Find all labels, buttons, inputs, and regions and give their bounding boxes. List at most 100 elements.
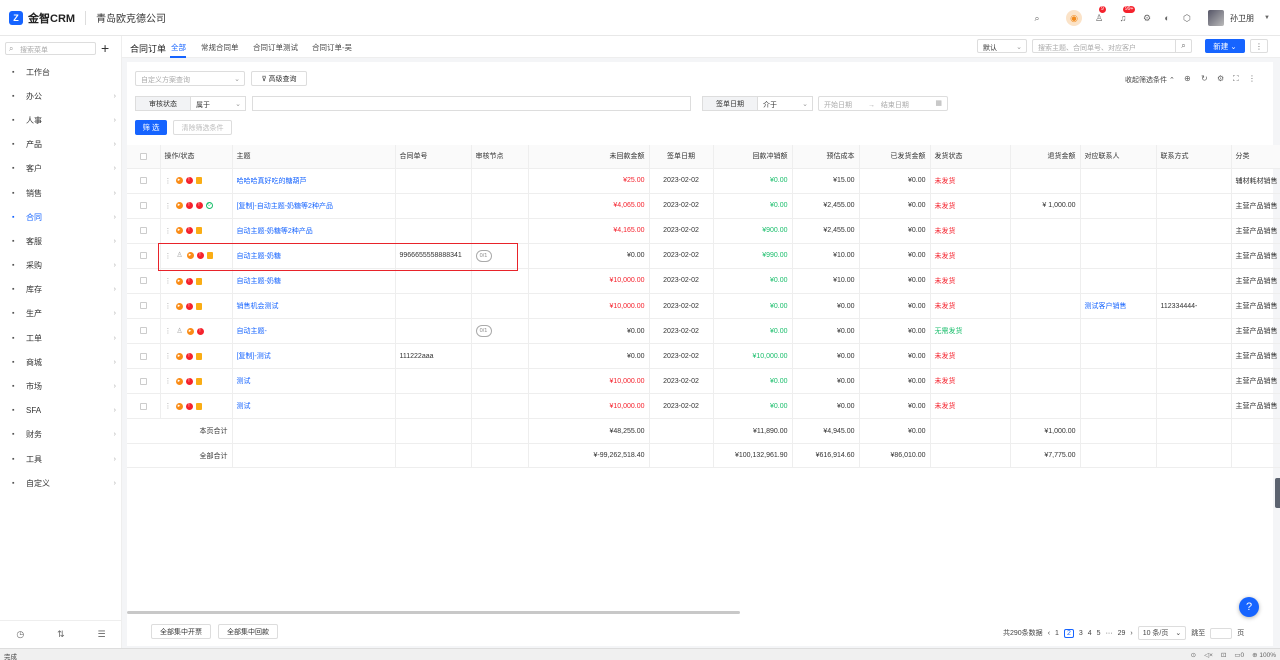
shield-check-icon[interactable]: ⊙ xyxy=(1191,651,1196,659)
shield-icon[interactable]: ⬡ xyxy=(1180,11,1194,25)
subject-link[interactable]: 销售机会测试 xyxy=(237,303,279,310)
sidebar-item-12[interactable]: ▪ 商城 › xyxy=(0,350,122,374)
chevron-down-icon[interactable]: ▼ xyxy=(1260,11,1274,25)
mute-icon[interactable]: ◁× xyxy=(1204,651,1213,659)
collapse-filter-toggle[interactable]: 收起筛选条件 ⌃ xyxy=(1125,75,1175,85)
date-operator-select[interactable]: 介于 ⌄ xyxy=(757,96,813,111)
row-checkbox[interactable] xyxy=(139,352,147,360)
row-checkbox[interactable] xyxy=(139,327,147,335)
logo[interactable]: Z 金智CRM xyxy=(9,10,75,26)
sidebar-item-7[interactable]: ▪ 客服 › xyxy=(0,229,122,253)
warning-icon[interactable]: ! xyxy=(185,277,193,285)
document-icon[interactable] xyxy=(195,177,202,185)
row-checkbox[interactable] xyxy=(139,402,147,410)
bell-icon[interactable]: ♫ 99+ xyxy=(1116,6,1136,25)
sidebar-item-10[interactable]: ▪ 生产 › xyxy=(0,302,122,326)
scheme-select[interactable]: 自定义方案查询 ⌄ xyxy=(135,71,245,86)
person-icon[interactable]: ♙ xyxy=(175,252,184,260)
jump-input[interactable] xyxy=(1210,627,1233,639)
sidebar-item-11[interactable]: ▪ 工单 › xyxy=(0,326,122,350)
gear-icon[interactable]: ⚙ xyxy=(1217,74,1224,83)
sidebar-item-3[interactable]: ▪ 产品 › xyxy=(0,133,122,157)
new-button[interactable]: 新建 ⌄ xyxy=(1205,39,1245,53)
subject-link[interactable]: 自动主题-奶糖 xyxy=(237,253,281,260)
search-icon[interactable]: ⌕ xyxy=(1175,39,1191,53)
document-icon[interactable] xyxy=(195,352,202,360)
status-icon[interactable]: ▸ xyxy=(175,227,183,235)
theme-icon[interactable]: ◐ xyxy=(1160,11,1174,25)
task-icon[interactable]: ♙ 9 xyxy=(1092,6,1106,25)
page-3[interactable]: 4 xyxy=(1088,630,1092,637)
page-2[interactable]: 3 xyxy=(1079,630,1083,637)
col-subject[interactable]: 主题 xyxy=(232,145,396,169)
sidebar-item-17[interactable]: ▪ 自定义 › xyxy=(0,471,122,495)
sidebar-item-9[interactable]: ▪ 库存 › xyxy=(0,278,122,302)
status-icon[interactable]: ▸ xyxy=(186,252,194,260)
fullscreen-icon[interactable]: ⛶ xyxy=(1233,74,1239,84)
col-number[interactable]: 合同单号 xyxy=(395,145,472,169)
sidebar-item-5[interactable]: ▪ 销售 › xyxy=(0,181,122,205)
warning-icon[interactable]: ! xyxy=(185,403,193,411)
row-menu-icon[interactable]: ⋮ xyxy=(165,403,172,410)
col-cost[interactable]: 预估成本 xyxy=(792,145,860,169)
subject-link[interactable]: 自动主题- xyxy=(237,328,267,335)
warning-icon[interactable]: ! xyxy=(185,202,193,210)
status-icon[interactable]: ▸ xyxy=(175,352,183,360)
more-vertical-icon[interactable]: ⋮ xyxy=(1248,74,1256,83)
row-checkbox[interactable] xyxy=(139,377,147,385)
side-drawer-handle[interactable] xyxy=(1275,478,1280,508)
sidebar-item-0[interactable]: ▪ 工作台 xyxy=(0,60,122,84)
row-checkbox[interactable] xyxy=(139,201,147,209)
table-row[interactable]: ⋮ ▸! 自动主题-奶糖等2种产品 ¥4,165.00 2023-02-02 ¥900.0… xyxy=(127,218,1280,244)
contact-link[interactable]: 测试客户销售 xyxy=(1085,303,1127,310)
menu-search-input[interactable]: ⌕ 搜索菜单 xyxy=(5,42,96,55)
row-checkbox[interactable] xyxy=(139,176,147,184)
row-menu-icon[interactable]: ⋮ xyxy=(165,253,172,260)
audit-node-badge[interactable]: 0/1 xyxy=(475,249,492,262)
table-row[interactable]: ⋮ ♙ ▸! 自动主题-奶糖 9966655558888341 0/1 ¥0.00 2023-… xyxy=(127,243,1280,269)
page-5[interactable]: ··· xyxy=(1106,630,1113,637)
warning-icon[interactable]: ! xyxy=(196,327,204,335)
batch-invoice-button[interactable]: 全部集中开票 xyxy=(151,624,211,639)
col-date[interactable]: 签单日期 xyxy=(649,145,714,169)
status-icon[interactable]: ▸ xyxy=(186,327,194,335)
page-6[interactable]: 29 xyxy=(1118,630,1126,637)
subject-link[interactable]: [复制]-自动主题-奶糖等2种产品 xyxy=(237,203,333,210)
filter-button[interactable]: 筛 选 xyxy=(135,120,167,135)
warning-icon[interactable]: ! xyxy=(185,352,193,360)
warning-icon[interactable]: ! xyxy=(185,377,193,385)
batch-collect-button[interactable]: 全部集中回款 xyxy=(218,624,278,639)
document-icon[interactable] xyxy=(195,227,202,235)
subject-link[interactable]: [复制]-测试 xyxy=(237,353,271,360)
subject-link[interactable]: 自动主题-奶糖等2种产品 xyxy=(237,228,313,235)
row-checkbox[interactable] xyxy=(139,302,147,310)
status-icon[interactable]: ▸ xyxy=(175,403,183,411)
subject-link[interactable]: 哈哈哈真好吃的糖葫芦 xyxy=(237,178,307,185)
col-category[interactable]: 分类 xyxy=(1231,145,1280,169)
warning-icon[interactable]: ! xyxy=(185,227,193,235)
sidebar-item-2[interactable]: ▪ 人事 › xyxy=(0,108,122,132)
col-actions[interactable]: 操作/状态 xyxy=(160,145,233,169)
row-menu-icon[interactable]: ⋮ xyxy=(165,328,172,335)
sidebar-item-6[interactable]: ▪ 合同 › xyxy=(0,205,122,229)
warning-icon[interactable]: ! xyxy=(185,302,193,310)
sidebar-item-14[interactable]: ▪ SFA › xyxy=(0,399,122,423)
audit-status-input[interactable] xyxy=(252,96,691,111)
row-menu-icon[interactable]: ⋮ xyxy=(165,178,172,185)
collapse-icon[interactable]: ☰ xyxy=(97,629,105,640)
sidebar-item-15[interactable]: ▪ 财务 › xyxy=(0,423,122,447)
document-icon[interactable] xyxy=(195,302,202,310)
row-checkbox[interactable] xyxy=(139,252,147,260)
status-icon[interactable]: ▸ xyxy=(175,177,183,185)
clear-filter-button[interactable]: 清除筛选条件 xyxy=(173,120,232,135)
row-menu-icon[interactable]: ⋮ xyxy=(165,378,172,385)
status-icon[interactable]: ▸ xyxy=(175,202,183,210)
table-row[interactable]: ⋮ ▸! [复制]-测试 111222aaa ¥0.00 2023-02-02 ¥10,00… xyxy=(127,343,1280,370)
history-icon[interactable]: ◷ xyxy=(16,629,24,640)
page-0[interactable]: 1 xyxy=(1055,630,1059,637)
tab-all[interactable]: 全部 xyxy=(171,42,186,53)
col-node[interactable]: 审核节点 xyxy=(471,145,529,169)
col-unpaid[interactable]: 未回款金额 xyxy=(528,145,650,169)
status-icon[interactable]: ▸ xyxy=(175,277,183,285)
row-checkbox[interactable] xyxy=(139,227,147,235)
